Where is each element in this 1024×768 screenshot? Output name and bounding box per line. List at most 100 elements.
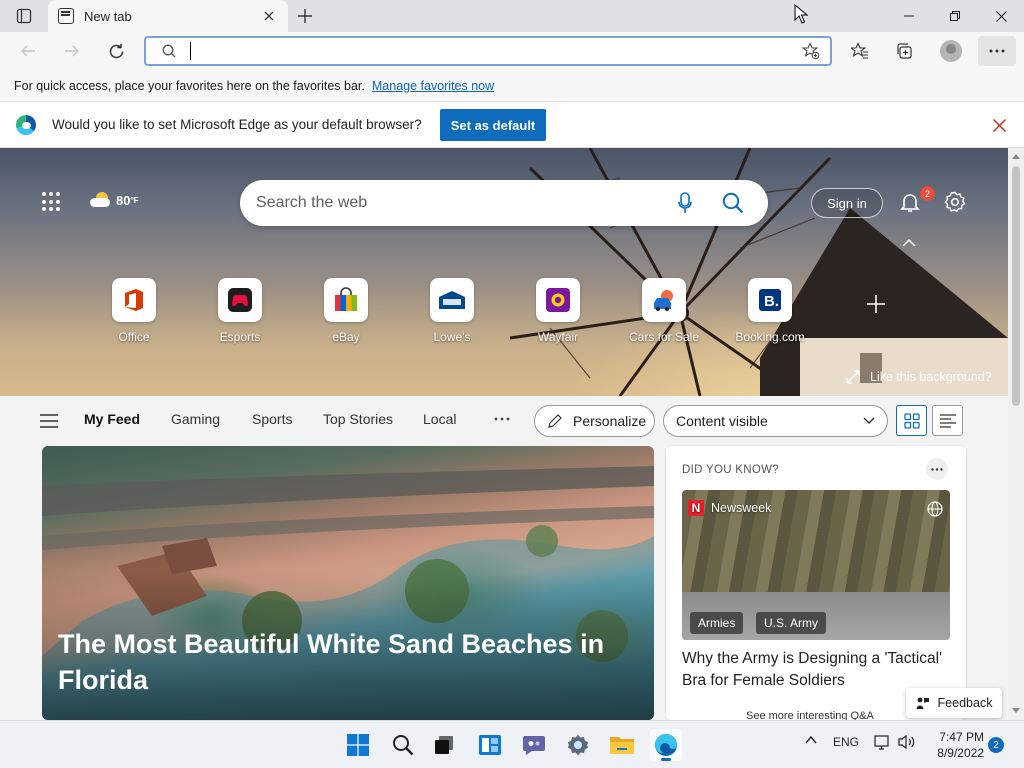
- web-search-input[interactable]: [256, 194, 674, 212]
- profile-avatar[interactable]: [940, 40, 962, 62]
- web-search-box[interactable]: [240, 180, 768, 226]
- title-bar: New tab: [0, 0, 1024, 32]
- task-view-button[interactable]: [428, 729, 460, 761]
- quick-link-wayfair[interactable]: Wayfair: [513, 278, 603, 344]
- edge-taskbar-button[interactable]: [650, 729, 682, 761]
- scroll-up-arrow-icon[interactable]: [1012, 154, 1020, 159]
- apps-launcher-icon[interactable]: [42, 192, 62, 212]
- network-button[interactable]: [874, 734, 892, 753]
- clock-date: 8/9/2022: [937, 746, 984, 760]
- tab-my-feed[interactable]: My Feed: [84, 411, 140, 427]
- personalize-button[interactable]: Personalize: [534, 405, 655, 437]
- like-background-label: Like this background?: [870, 370, 992, 384]
- input-language[interactable]: ENG: [833, 735, 859, 749]
- settings-app-button[interactable]: [562, 729, 594, 761]
- list-layout-button[interactable]: [932, 405, 963, 436]
- infobar-message: Would you like to set Microsoft Edge as …: [52, 117, 422, 132]
- refresh-button[interactable]: [100, 35, 132, 67]
- sign-in-button[interactable]: Sign in: [811, 188, 883, 218]
- minimize-button[interactable]: [886, 0, 932, 32]
- microphone-icon[interactable]: [674, 190, 696, 216]
- forward-button[interactable]: [56, 35, 88, 67]
- quick-link-label: eBay: [332, 330, 360, 344]
- tag-us-army[interactable]: U.S. Army: [756, 612, 827, 634]
- scroll-thumb[interactable]: [1012, 166, 1020, 406]
- chevron-up-icon[interactable]: [898, 236, 920, 250]
- did-you-know-headline[interactable]: Why the Army is Designing a 'Tactical' B…: [682, 648, 952, 692]
- quick-link-lowes[interactable]: Lowe's: [407, 278, 497, 344]
- feedback-button[interactable]: Feedback: [906, 688, 1002, 718]
- restore-button[interactable]: [932, 0, 978, 32]
- tab-local[interactable]: Local: [423, 411, 456, 427]
- main-article-title: The Most Beautiful White Sand Beaches in…: [58, 629, 605, 695]
- more-icon: [494, 417, 510, 421]
- weather-widget[interactable]: 80 °F: [90, 192, 139, 208]
- see-more-link[interactable]: See more interesting Q&A: [746, 710, 874, 720]
- pencil-icon: [548, 414, 562, 428]
- quick-link-office[interactable]: Office: [89, 278, 179, 344]
- taskbar-search-button[interactable]: [387, 729, 419, 761]
- page-scrollbar[interactable]: [1008, 148, 1024, 720]
- clock-time: 7:47 PM: [939, 730, 984, 744]
- clock[interactable]: 7:47 PM 8/9/2022: [930, 729, 984, 761]
- close-infobar-button[interactable]: [988, 114, 1010, 136]
- notifications-bell-icon[interactable]: [898, 190, 922, 214]
- hamburger-menu-icon[interactable]: [40, 414, 58, 428]
- quick-link-cars-for-sale[interactable]: Cars for Sale: [619, 278, 709, 344]
- tab-top-stories[interactable]: Top Stories: [323, 411, 393, 427]
- address-input[interactable]: [203, 39, 830, 63]
- volume-button[interactable]: [898, 734, 916, 753]
- quick-link-label: Esports: [219, 330, 261, 344]
- wayfair-icon: [536, 278, 580, 322]
- tab-gaming[interactable]: Gaming: [171, 411, 220, 427]
- chat-button[interactable]: [518, 729, 550, 761]
- weather-temperature: 80: [116, 192, 131, 208]
- show-hidden-icons-button[interactable]: [804, 733, 818, 750]
- edge-logo-icon: [655, 734, 677, 756]
- star-plus-icon: [801, 42, 820, 60]
- close-icon: [264, 11, 274, 21]
- card-more-button[interactable]: [926, 458, 948, 480]
- mouse-cursor-icon: [794, 4, 808, 24]
- scroll-down-arrow-icon[interactable]: [1012, 708, 1020, 713]
- add-favorite-button[interactable]: [801, 42, 820, 65]
- like-background-button[interactable]: Like this background?: [846, 370, 992, 384]
- set-as-default-button[interactable]: Set as default: [440, 109, 546, 141]
- text-caret: [190, 42, 191, 60]
- did-you-know-card[interactable]: DID YOU KNOW? N Newsweek Armies U.S. Arm…: [666, 446, 966, 720]
- quick-link-esports[interactable]: Esports: [195, 278, 285, 344]
- content-visibility-value: Content visible: [676, 413, 768, 429]
- start-button[interactable]: [342, 729, 374, 761]
- web-search-button[interactable]: [720, 190, 746, 216]
- quick-link-ebay[interactable]: eBay: [301, 278, 391, 344]
- notification-center-badge[interactable]: 2: [988, 737, 1004, 753]
- file-explorer-button[interactable]: [606, 729, 638, 761]
- tab-new-tab[interactable]: New tab: [48, 0, 288, 32]
- grid-layout-button[interactable]: [896, 405, 927, 436]
- favorites-button[interactable]: [844, 35, 876, 67]
- quick-link-label: Office: [118, 330, 150, 344]
- quick-link-booking[interactable]: B. Booking.com: [725, 278, 815, 344]
- widgets-icon: [479, 735, 501, 755]
- tab-actions-button[interactable]: [8, 4, 40, 28]
- widgets-button[interactable]: [474, 729, 506, 761]
- main-article-card[interactable]: The Most Beautiful White Sand Beaches in…: [42, 446, 654, 720]
- address-bar[interactable]: [144, 36, 832, 66]
- back-button[interactable]: [12, 35, 44, 67]
- close-tab-button[interactable]: [260, 7, 278, 25]
- add-quick-link-button[interactable]: [864, 292, 888, 316]
- collections-button[interactable]: [888, 35, 920, 67]
- content-visibility-dropdown[interactable]: Content visible: [663, 405, 888, 437]
- more-topics-button[interactable]: [494, 408, 510, 426]
- office-icon: [112, 278, 156, 322]
- gear-icon[interactable]: [943, 190, 967, 214]
- manage-favorites-link[interactable]: Manage favorites now: [372, 79, 494, 93]
- refresh-icon: [109, 43, 123, 58]
- new-tab-button[interactable]: [292, 4, 318, 28]
- tag-armies[interactable]: Armies: [690, 612, 744, 634]
- tab-sports[interactable]: Sports: [252, 411, 292, 427]
- globe-icon[interactable]: [926, 500, 944, 518]
- settings-and-more-button[interactable]: [978, 36, 1016, 66]
- feedback-label: Feedback: [937, 696, 993, 710]
- close-window-button[interactable]: [978, 0, 1024, 32]
